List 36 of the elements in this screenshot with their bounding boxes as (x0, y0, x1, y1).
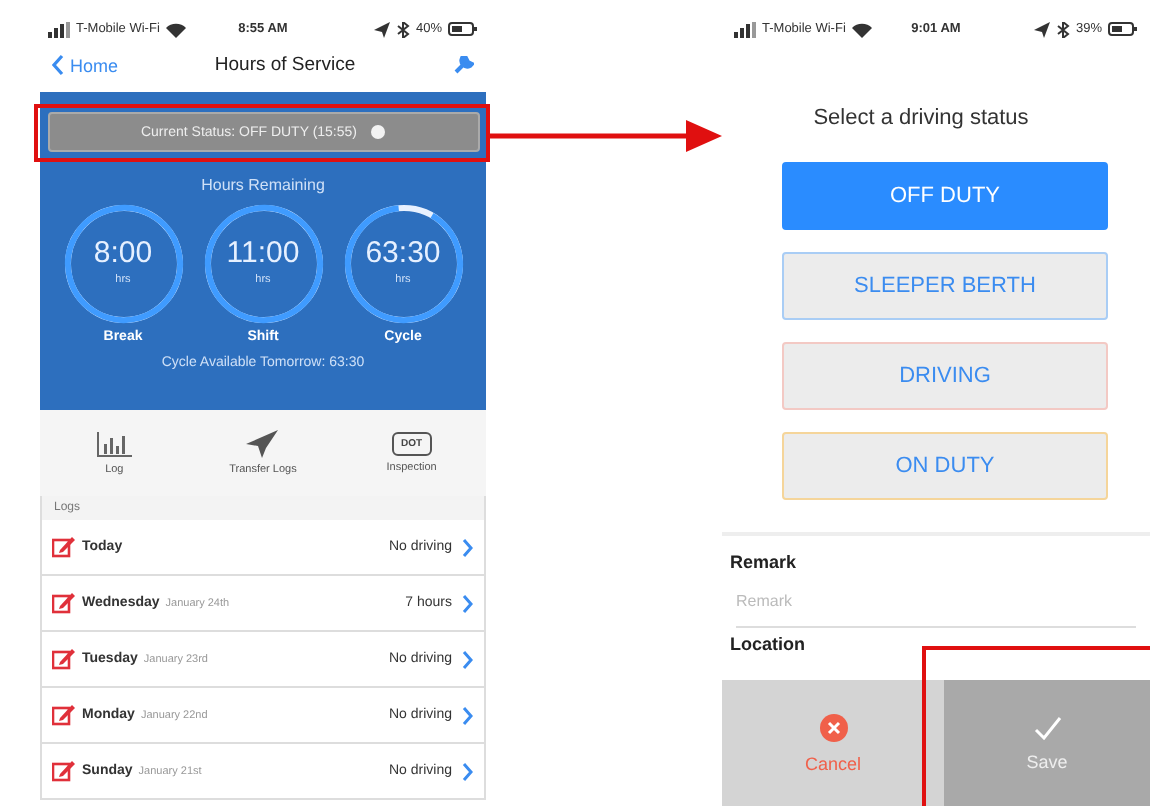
field-label: Location (730, 634, 807, 654)
gauge-value: 11:00 (224, 236, 302, 270)
gauge-value: 8:00 (91, 236, 155, 270)
dot-icon (369, 124, 385, 140)
edit-icon (52, 592, 76, 614)
prompt-text: Select a driving status (811, 106, 1031, 130)
location-icon (373, 21, 390, 37)
bluetooth-icon (395, 21, 410, 37)
gauge-value: 63:30 (363, 236, 443, 270)
remark-field[interactable]: Remark (736, 588, 1136, 628)
edit-icon (52, 648, 76, 670)
edit-icon (52, 536, 76, 558)
bar-chart-icon (96, 431, 133, 457)
chevron-icon (462, 761, 474, 781)
edit-icon (52, 704, 76, 726)
bluetooth-icon (1055, 21, 1070, 37)
paper-plane-icon (246, 430, 279, 458)
location-icon (1033, 21, 1050, 37)
signal-icon (48, 21, 70, 37)
close-icon (819, 713, 847, 741)
signal-icon (734, 21, 756, 37)
battery-icon (1108, 22, 1138, 36)
screen-title: Hours of Service (214, 54, 356, 76)
chevron-icon (462, 705, 474, 725)
edit-icon (52, 760, 76, 782)
checkmark-icon (1033, 715, 1061, 739)
wifi-icon (165, 21, 186, 37)
wifi-icon (851, 21, 872, 37)
chevron-icon (462, 593, 474, 613)
battery-icon (448, 22, 478, 36)
field-label: Remark (730, 552, 799, 572)
chevron-icon (462, 537, 474, 557)
section-title: Hours Remaining (201, 176, 325, 194)
wrench-icon (452, 54, 474, 76)
chevron-icon (462, 649, 474, 669)
back-chevron-icon (52, 54, 64, 76)
